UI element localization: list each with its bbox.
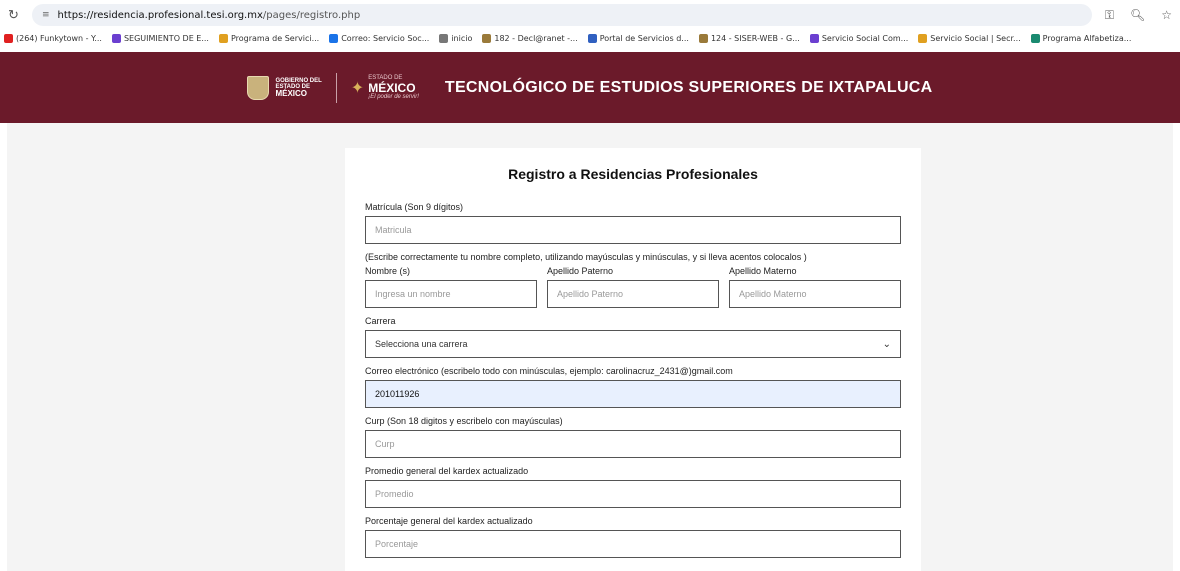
bookmark-favicon-icon <box>587 33 597 43</box>
porcentaje-input[interactable]: Porcentaje <box>365 530 901 558</box>
bookmark-label: Portal de Servicios d... <box>599 33 689 43</box>
bookmark-label: Servicio Social Com... <box>821 33 909 43</box>
bookmark-favicon-icon <box>439 33 449 43</box>
password-key-icon[interactable]: ⚿ <box>1105 8 1114 23</box>
bookmark-label: 124 - SISER-WEB - G... <box>710 33 800 43</box>
site-header: GOBIERNO DEL ESTADO DE MÉXICO ✦ ESTADO D… <box>0 52 1180 123</box>
bookmark-item[interactable]: Servicio Social | Secr... <box>918 33 1021 43</box>
carrera-select[interactable]: Selecciona una carrera ⌄ <box>365 330 901 358</box>
bookmark-item[interactable]: SEGUIMIENTO DE E... <box>111 33 209 43</box>
reload-icon[interactable]: ↻ <box>8 7 24 23</box>
bookmark-label: Correo: Servicio Soc... <box>341 33 430 43</box>
bookmark-item[interactable]: inicio <box>439 33 473 43</box>
bookmark-favicon-icon <box>1030 33 1040 43</box>
name-instruction: (Escribe correctamente tu nombre complet… <box>365 252 807 262</box>
edomex-logo: ✦ ESTADO DE MÉXICO ¡El poder de servir! <box>351 75 419 101</box>
curp-label: Curp (Son 18 digitos y escribelo con may… <box>365 416 563 426</box>
bookmark-item[interactable]: (264) Funkytown - Y... <box>4 33 102 43</box>
browser-toolbar: ↻ ≡ https://residencia.profesional.tesi.… <box>0 0 1180 30</box>
zoom-icon[interactable]: 🔍︎ <box>1130 8 1145 23</box>
bookmark-favicon-icon <box>4 33 13 43</box>
bookmark-favicon-icon <box>329 33 339 43</box>
gobierno-logo: GOBIERNO DEL ESTADO DE MÉXICO <box>247 75 322 100</box>
bookmark-favicon-icon <box>698 33 708 43</box>
url-host: https://residencia.profesional.tesi.org.… <box>57 9 263 21</box>
edomex-slogan: ¡El poder de servir! <box>368 93 419 100</box>
site-info-icon[interactable]: ≡ <box>42 10 50 20</box>
bookmark-item[interactable]: Programa de Servici... <box>218 33 320 43</box>
apellido-materno-label: Apellido Materno <box>729 266 797 276</box>
bookmark-item[interactable]: Portal de Servicios d... <box>587 33 689 43</box>
apellido-paterno-label: Apellido Paterno <box>547 266 614 276</box>
bookmark-item[interactable]: 182 - Decl@ranet -... <box>482 33 578 43</box>
form-title: Registro a Residencias Profesionales <box>508 166 758 182</box>
curp-input[interactable]: Curp <box>365 430 901 458</box>
coat-of-arms-icon <box>247 75 270 100</box>
matricula-input[interactable]: Matricula <box>365 216 901 244</box>
url-path: /pages/registro.php <box>262 9 361 21</box>
matricula-label: Matrícula (Son 9 dígitos) <box>365 202 464 212</box>
porcentaje-label: Porcentaje general del kardex actualizad… <box>365 516 533 526</box>
bookmark-label: inicio <box>451 33 473 43</box>
bookmark-label: SEGUIMIENTO DE E... <box>123 33 209 43</box>
edomex-main: MÉXICO <box>368 80 416 95</box>
bookmark-item[interactable]: Correo: Servicio Soc... <box>329 33 430 43</box>
promedio-input[interactable]: Promedio <box>365 480 901 508</box>
carrera-selected: Selecciona una carrera <box>375 339 468 349</box>
nombre-input[interactable]: Ingresa un nombre <box>365 280 537 308</box>
bookmarks-bar: (264) Funkytown - Y... SEGUIMIENTO DE E..… <box>0 30 1180 46</box>
address-bar[interactable]: ≡ https://residencia.profesional.tesi.or… <box>32 4 1092 26</box>
edomex-star-icon: ✦ <box>350 79 365 97</box>
correo-label: Correo electrónico (escribelo todo con m… <box>365 366 733 376</box>
promedio-label: Promedio general del kardex actualizado <box>365 466 529 476</box>
bookmark-label: Programa de Servici... <box>230 33 320 43</box>
apellido-paterno-input[interactable]: Apellido Paterno <box>547 280 719 308</box>
bookmark-label: (264) Funkytown - Y... <box>16 33 102 43</box>
bookmark-item[interactable]: Servicio Social Com... <box>809 33 909 43</box>
bookmark-label: 182 - Decl@ranet -... <box>494 33 578 43</box>
registration-form: Registro a Residencias Profesionales Mat… <box>345 148 921 571</box>
bookmark-favicon-icon <box>218 33 228 43</box>
correo-input[interactable]: 201011926 <box>365 380 901 408</box>
site-title: TECNOLÓGICO DE ESTUDIOS SUPERIORES DE IX… <box>444 78 933 96</box>
nombre-label: Nombre (s) <box>365 266 411 276</box>
bookmark-item[interactable]: Programa Alfabetiza... <box>1030 33 1132 43</box>
bookmark-star-icon[interactable]: ☆ <box>1161 8 1172 23</box>
bookmark-item[interactable]: 124 - SISER-WEB - G... <box>698 33 800 43</box>
gob-line-3: MÉXICO <box>275 88 308 98</box>
bookmark-label: Servicio Social | Secr... <box>930 33 1021 43</box>
bookmark-favicon-icon <box>111 33 121 43</box>
apellido-materno-input[interactable]: Apellido Materno <box>729 280 901 308</box>
bookmark-favicon-icon <box>809 33 819 43</box>
bookmark-favicon-icon <box>482 33 492 43</box>
header-divider <box>335 72 337 103</box>
carrera-label: Carrera <box>365 316 396 326</box>
bookmark-label: Programa Alfabetiza... <box>1042 33 1132 43</box>
bookmark-favicon-icon <box>918 33 928 43</box>
chevron-down-icon: ⌄ <box>882 338 891 350</box>
